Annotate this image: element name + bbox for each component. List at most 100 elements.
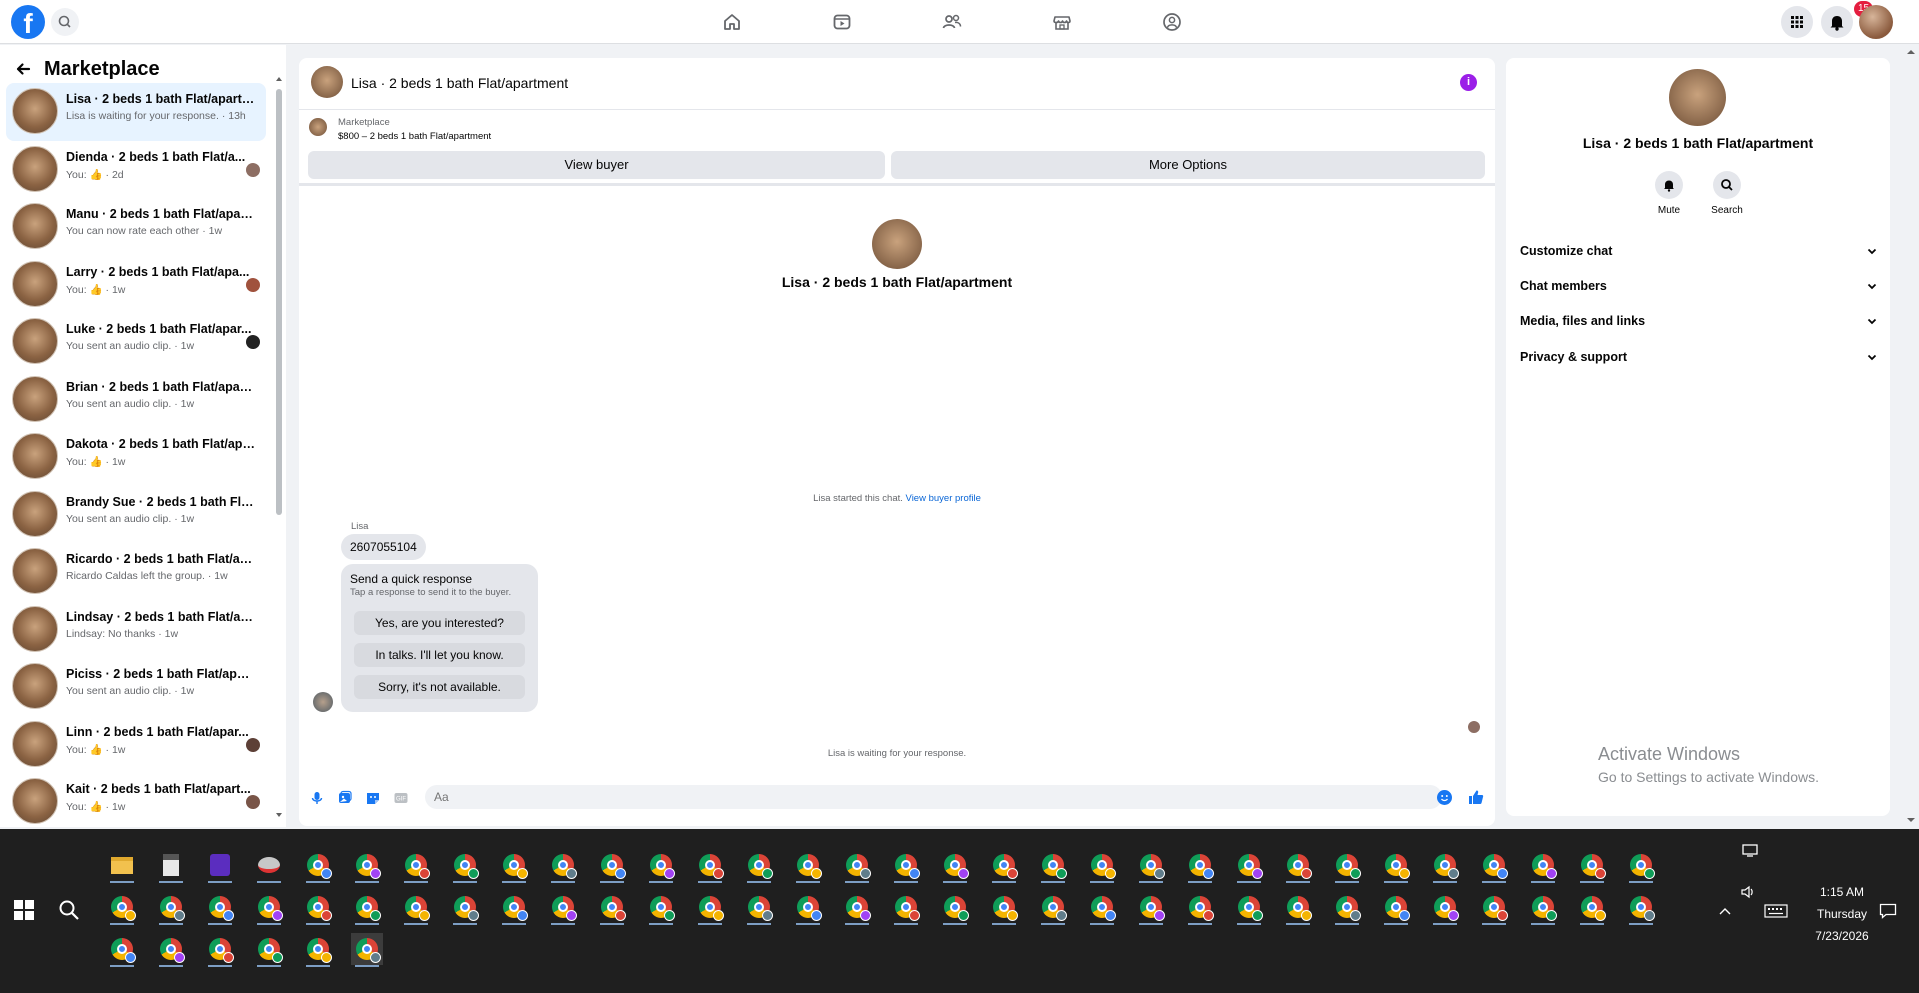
taskbar-app-button[interactable] <box>1282 849 1314 883</box>
conversation-item[interactable]: Dienda · 2 beds 1 bath Flat/a... You: 👍 … <box>6 141 266 199</box>
taskbar-app-button[interactable] <box>302 849 334 883</box>
taskbar-app-button[interactable] <box>351 933 383 967</box>
privacy-support-row[interactable]: Privacy & support <box>1520 342 1878 372</box>
taskbar-app-button[interactable] <box>302 933 334 967</box>
taskbar-clock[interactable]: 1:15 AM Thursday 7/23/2026 <box>1797 881 1887 947</box>
taskbar-app-button[interactable] <box>302 891 334 925</box>
more-options-button[interactable]: More Options <box>891 151 1485 179</box>
taskbar-app-button[interactable] <box>1037 891 1069 925</box>
back-arrow-icon[interactable] <box>14 60 32 78</box>
taskbar-app-button[interactable] <box>743 891 775 925</box>
taskbar-app-button[interactable] <box>547 891 579 925</box>
taskbar-app-button[interactable] <box>204 933 236 967</box>
emoji-icon[interactable] <box>1437 790 1452 805</box>
volume-icon[interactable] <box>1740 884 1756 900</box>
conversation-item[interactable]: Brian · 2 beds 1 bath Flat/apart... You … <box>6 371 266 429</box>
taskbar-app-button[interactable] <box>547 849 579 883</box>
thumbs-up-icon[interactable] <box>1467 788 1485 806</box>
taskbar-app-button[interactable] <box>1331 849 1363 883</box>
facebook-logo[interactable]: f <box>11 5 45 39</box>
taskbar-app-button[interactable] <box>1380 849 1412 883</box>
taskbar-app-button[interactable] <box>155 849 187 883</box>
conversation-item[interactable]: Lindsay · 2 beds 1 bath Flat/apa... Lind… <box>6 601 266 659</box>
scroll-down-icon[interactable] <box>275 811 283 819</box>
taskbar-app-button[interactable] <box>1233 891 1265 925</box>
page-scrollbar[interactable] <box>1904 45 1919 827</box>
taskbar-app-button[interactable] <box>890 891 922 925</box>
taskbar-app-button[interactable] <box>253 849 285 883</box>
taskbar-app-button[interactable] <box>1478 849 1510 883</box>
quick-response-interested[interactable]: Yes, are you interested? <box>354 611 525 635</box>
taskbar-app-button[interactable] <box>1184 891 1216 925</box>
taskbar-app-button[interactable] <box>1429 849 1461 883</box>
search-button[interactable] <box>51 8 79 36</box>
taskbar-app-button[interactable] <box>1135 891 1167 925</box>
taskbar-app-button[interactable] <box>253 933 285 967</box>
customize-chat-row[interactable]: Customize chat <box>1520 236 1878 266</box>
conversation-item[interactable]: Luke · 2 beds 1 bath Flat/apar... You se… <box>6 313 266 371</box>
chat-members-row[interactable]: Chat members <box>1520 271 1878 301</box>
conversation-item[interactable]: Kait · 2 beds 1 bath Flat/apart... You: … <box>6 773 266 831</box>
view-buyer-profile-link[interactable]: View buyer profile <box>906 493 981 504</box>
taskbar-app-button[interactable] <box>841 849 873 883</box>
taskbar-app-button[interactable] <box>1527 891 1559 925</box>
taskbar-app-button[interactable] <box>1086 849 1118 883</box>
taskbar-app-button[interactable] <box>694 849 726 883</box>
conversation-item[interactable]: Linn · 2 beds 1 bath Flat/apar... You: 👍… <box>6 716 266 774</box>
taskbar-app-button[interactable] <box>106 849 138 883</box>
taskbar-app-button[interactable] <box>939 891 971 925</box>
video-nav-button[interactable] <box>828 8 856 36</box>
taskbar-app-button[interactable] <box>1282 891 1314 925</box>
marketplace-nav-button[interactable] <box>1048 8 1076 36</box>
taskbar-app-button[interactable] <box>498 891 530 925</box>
taskbar-app-button[interactable] <box>106 891 138 925</box>
taskbar-app-button[interactable] <box>155 891 187 925</box>
taskbar-app-button[interactable] <box>400 891 432 925</box>
info-icon[interactable]: i <box>1460 74 1477 91</box>
taskbar-app-button[interactable] <box>204 849 236 883</box>
media-files-links-row[interactable]: Media, files and links <box>1520 306 1878 336</box>
sidebar-scrollbar[interactable] <box>274 75 282 819</box>
taskbar-app-button[interactable] <box>694 891 726 925</box>
account-avatar[interactable] <box>1859 5 1893 39</box>
taskbar-app-button[interactable] <box>792 849 824 883</box>
taskbar-app-button[interactable] <box>1233 849 1265 883</box>
scroll-down-icon[interactable] <box>1906 816 1916 824</box>
conversation-item[interactable]: Larry · 2 beds 1 bath Flat/apa... You: 👍… <box>6 256 266 314</box>
notifications-center-icon[interactable] <box>1879 903 1897 919</box>
home-nav-button[interactable] <box>718 8 746 36</box>
scroll-up-icon[interactable] <box>1906 48 1916 56</box>
taskbar-app-button[interactable] <box>792 891 824 925</box>
taskbar-app-button[interactable] <box>596 891 628 925</box>
search-in-chat-button[interactable]: Search <box>1697 171 1757 216</box>
taskbar-app-button[interactable] <box>645 849 677 883</box>
taskbar-app-button[interactable] <box>1037 849 1069 883</box>
taskbar-app-button[interactable] <box>890 849 922 883</box>
taskbar-app-button[interactable] <box>1184 849 1216 883</box>
conversation-item[interactable]: Piciss · 2 beds 1 bath Flat/apart... You… <box>6 658 266 716</box>
conversation-item[interactable]: Ricardo · 2 beds 1 bath Flat/apa... Rica… <box>6 543 266 601</box>
keyboard-icon[interactable] <box>1764 904 1788 918</box>
view-buyer-button[interactable]: View buyer <box>308 151 885 179</box>
taskbar-app-button[interactable] <box>1576 891 1608 925</box>
chat-title[interactable]: Lisa · 2 beds 1 bath Flat/apartment <box>351 75 568 91</box>
taskbar-app-button[interactable] <box>743 849 775 883</box>
scroll-up-icon[interactable] <box>275 75 283 83</box>
taskbar-app-button[interactable] <box>841 891 873 925</box>
taskbar-app-button[interactable] <box>1527 849 1559 883</box>
mute-button[interactable]: Mute <box>1639 171 1699 216</box>
conversation-item[interactable]: Brandy Sue · 2 beds 1 bath Flat/... You … <box>6 486 266 544</box>
taskbar-app-button[interactable] <box>351 891 383 925</box>
taskbar-app-button[interactable] <box>1086 891 1118 925</box>
taskbar-app-button[interactable] <box>939 849 971 883</box>
taskbar-app-button[interactable] <box>645 891 677 925</box>
conversation-item[interactable]: Lisa · 2 beds 1 bath Flat/apartm... Lisa… <box>6 83 266 141</box>
friends-nav-button[interactable] <box>938 8 966 36</box>
taskbar-app-button[interactable] <box>596 849 628 883</box>
taskbar-app-button[interactable] <box>449 891 481 925</box>
scrollbar-thumb[interactable] <box>276 89 282 515</box>
taskbar-app-button[interactable] <box>498 849 530 883</box>
taskbar-app-button[interactable] <box>106 933 138 967</box>
taskbar-app-button[interactable] <box>204 891 236 925</box>
photo-icon[interactable] <box>337 790 353 806</box>
